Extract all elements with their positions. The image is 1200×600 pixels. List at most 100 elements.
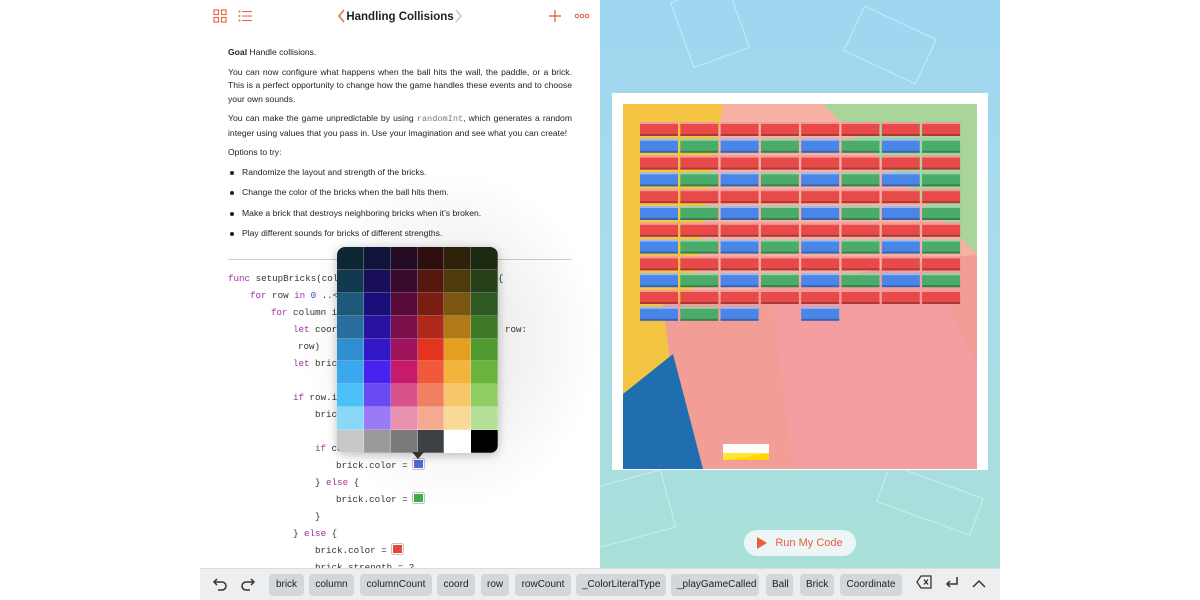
shortcut-chip[interactable]: _ColorLiteralType: [576, 574, 666, 596]
brick: [680, 306, 719, 321]
color-cell[interactable]: [390, 384, 418, 408]
shortcut-chip[interactable]: Coordinate: [840, 574, 902, 596]
color-cell[interactable]: [417, 407, 445, 431]
color-cell[interactable]: [417, 315, 445, 339]
shortcut-chip[interactable]: rowCount: [515, 574, 571, 596]
color-cell[interactable]: [363, 247, 391, 270]
color-cell[interactable]: [471, 384, 498, 408]
color-cell[interactable]: [471, 315, 498, 339]
color-cell[interactable]: [444, 247, 472, 270]
grid-icon[interactable]: [210, 9, 230, 29]
color-cell[interactable]: [444, 361, 472, 385]
color-cell[interactable]: [390, 338, 418, 362]
color-cell[interactable]: [337, 292, 364, 316]
color-cell[interactable]: [390, 269, 418, 293]
brick: [720, 306, 759, 321]
chevron-right-icon[interactable]: [448, 9, 468, 29]
color-cell[interactable]: [337, 407, 364, 431]
color-cell[interactable]: [363, 292, 391, 316]
shortcut-chip[interactable]: brick: [269, 574, 304, 596]
shortcut-chip[interactable]: coord: [437, 574, 475, 596]
code-text: }: [293, 528, 305, 539]
shortcut-chip[interactable]: Brick: [800, 574, 834, 596]
undo-icon[interactable]: [210, 575, 230, 595]
color-cell[interactable]: [417, 292, 445, 316]
chevron-up-icon[interactable]: [969, 575, 989, 595]
brick: [922, 256, 961, 271]
color-cell[interactable]: [363, 315, 391, 339]
color-cell[interactable]: [390, 430, 418, 453]
brick: [680, 222, 719, 237]
shortcut-chip[interactable]: columnCount: [360, 574, 432, 596]
color-cell[interactable]: [363, 384, 391, 408]
color-cell[interactable]: [337, 247, 364, 270]
color-cell[interactable]: [337, 430, 364, 453]
color-cell[interactable]: [390, 407, 418, 431]
color-cell[interactable]: [471, 338, 498, 362]
code-text: brick.color =: [336, 494, 414, 505]
color-cell[interactable]: [471, 247, 498, 270]
color-cell[interactable]: [444, 407, 472, 431]
brick: [760, 222, 799, 237]
color-cell[interactable]: [417, 430, 445, 453]
code-number: 0: [305, 290, 317, 301]
color-cell[interactable]: [363, 338, 391, 362]
color-cell[interactable]: [363, 407, 391, 431]
color-cell[interactable]: [444, 384, 472, 408]
right-margin: [1000, 0, 1200, 600]
game-stage[interactable]: [612, 93, 988, 470]
color-cell[interactable]: [444, 269, 472, 293]
color-cell[interactable]: [390, 292, 418, 316]
code-text: }: [315, 477, 327, 488]
list-item: Play different sounds for bricks of diff…: [228, 227, 572, 241]
brick: [841, 239, 880, 254]
color-cell[interactable]: [444, 315, 472, 339]
color-cell[interactable]: [337, 338, 364, 362]
color-cell[interactable]: [363, 361, 391, 385]
color-cell[interactable]: [417, 247, 445, 270]
color-cell[interactable]: [363, 269, 391, 293]
color-swatch-blue[interactable]: [413, 459, 425, 469]
brick: [760, 122, 799, 136]
list-icon[interactable]: [235, 9, 255, 29]
shortcut-chip[interactable]: _playGameCalled: [671, 574, 759, 596]
color-cell[interactable]: [417, 338, 445, 362]
color-cell[interactable]: [417, 384, 445, 408]
color-cell[interactable]: [337, 269, 364, 293]
more-icon[interactable]: [572, 9, 592, 29]
game-canvas[interactable]: [623, 104, 977, 469]
color-cell[interactable]: [444, 338, 472, 362]
color-cell[interactable]: [417, 361, 445, 385]
shortcut-chip[interactable]: Ball: [766, 574, 793, 596]
color-cell[interactable]: [471, 361, 498, 385]
color-cell[interactable]: [363, 430, 391, 453]
color-cell[interactable]: [390, 361, 418, 385]
brick: [720, 138, 759, 153]
brick: [640, 306, 678, 321]
shortcut-chip[interactable]: row: [481, 574, 509, 596]
color-cell[interactable]: [390, 247, 418, 270]
inline-code-randomint: randomInt: [416, 114, 464, 124]
color-cell[interactable]: [337, 315, 364, 339]
color-cell[interactable]: [471, 292, 498, 316]
color-cell[interactable]: [417, 269, 445, 293]
run-my-code-button[interactable]: Run My Code: [744, 530, 856, 556]
shortcut-chip[interactable]: column: [309, 574, 354, 596]
color-cell[interactable]: [444, 430, 472, 453]
color-swatch-red[interactable]: [392, 544, 404, 554]
color-cell[interactable]: [471, 407, 498, 431]
delete-icon[interactable]: [914, 575, 934, 595]
color-picker-popover[interactable]: [337, 247, 498, 453]
return-icon[interactable]: [942, 575, 962, 595]
color-cell[interactable]: [471, 430, 498, 453]
redo-icon[interactable]: [238, 575, 258, 595]
color-cell[interactable]: [390, 315, 418, 339]
color-swatch-green[interactable]: [413, 493, 425, 503]
color-cell[interactable]: [471, 269, 498, 293]
plus-icon[interactable]: [545, 9, 565, 29]
color-cell[interactable]: [337, 361, 364, 385]
color-cell[interactable]: [337, 384, 364, 408]
code-line: brick.strength = 2: [315, 562, 415, 568]
color-cell[interactable]: [444, 292, 472, 316]
brick: [922, 239, 961, 254]
